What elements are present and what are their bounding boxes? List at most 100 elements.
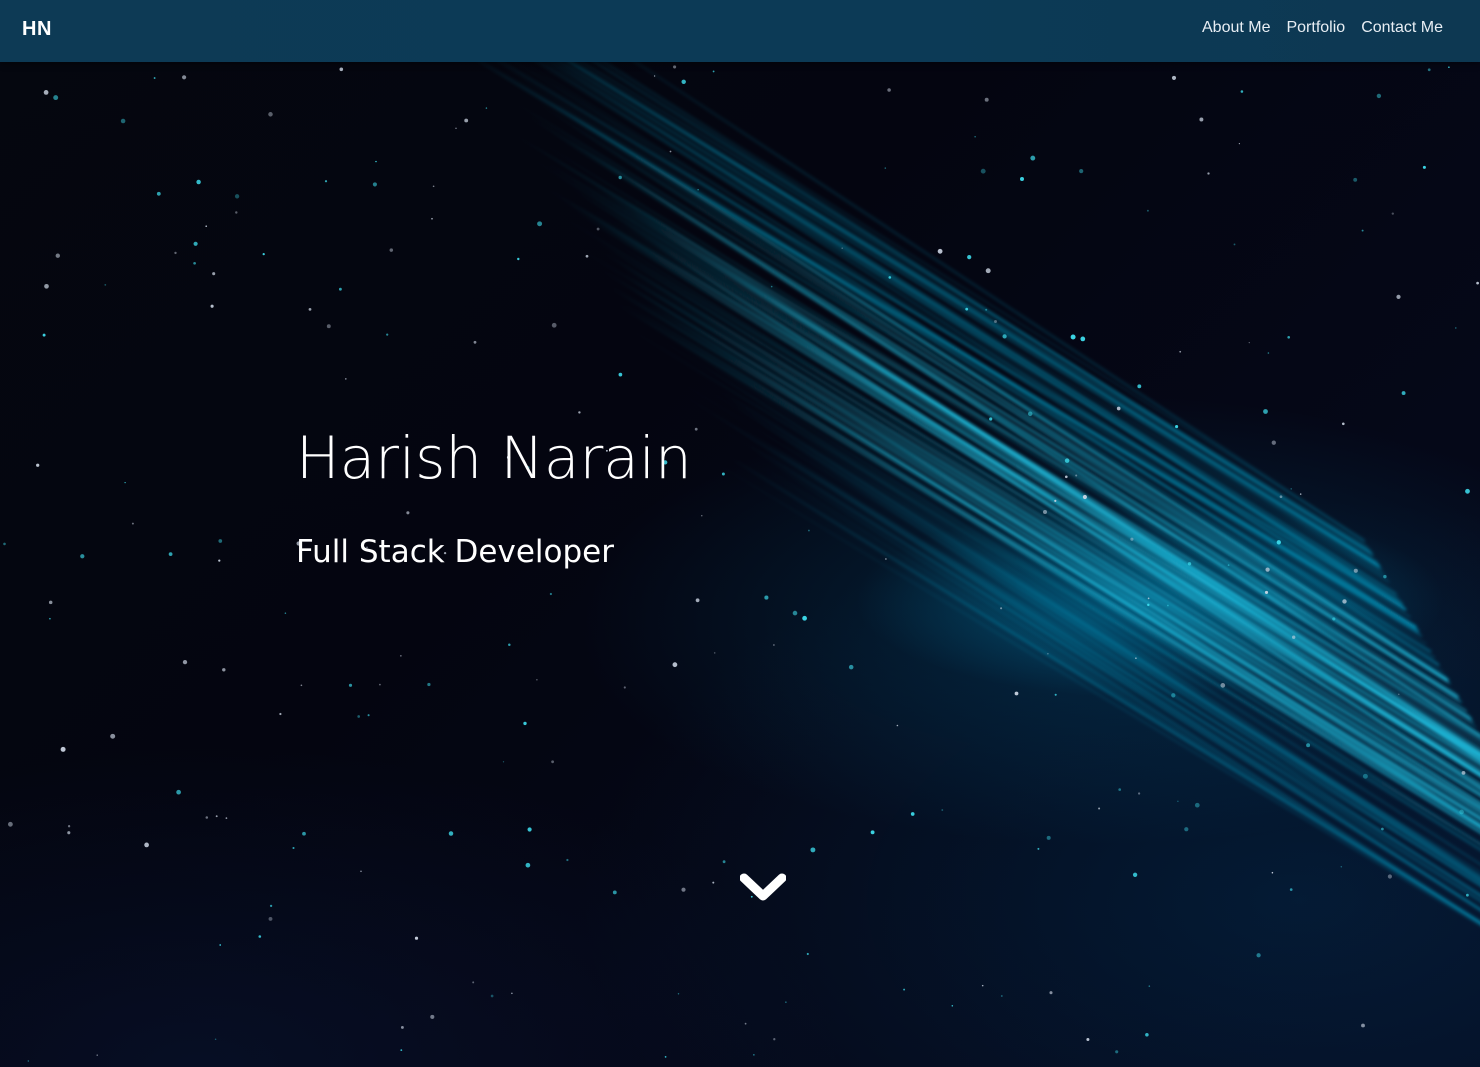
star-dot (517, 257, 520, 261)
star-dot (1238, 143, 1240, 145)
star-dot (96, 1054, 98, 1056)
star-dot (80, 554, 85, 559)
star-dot (379, 683, 381, 686)
star-dot (578, 411, 581, 414)
star-dot (937, 248, 943, 254)
star-dot (67, 825, 71, 828)
star-dot (669, 150, 672, 153)
light-streak (574, 211, 1480, 772)
light-streak (465, 18, 1400, 599)
star-dot (773, 644, 775, 646)
star-dot (1362, 773, 1368, 779)
star-dot (55, 253, 60, 258)
star-dot (1027, 411, 1033, 417)
star-dot (764, 595, 769, 600)
star-dot (1167, 604, 1169, 607)
brand-logo-link[interactable]: HN (22, 18, 52, 41)
star-dot (44, 283, 49, 289)
star-dot (110, 733, 116, 739)
nav-link-portfolio[interactable]: Portfolio (1286, 19, 1345, 37)
star-dot (888, 276, 892, 279)
top-navbar: HN About Me Portfolio Contact Me (0, 0, 1480, 62)
star-dot (1115, 1050, 1119, 1054)
star-dot (1276, 540, 1281, 545)
star-dot (1147, 603, 1150, 607)
star-dot (67, 831, 71, 835)
star-dot (218, 559, 221, 562)
star-dot (994, 320, 997, 323)
star-dot (753, 1054, 755, 1056)
star-dot (1086, 1037, 1090, 1042)
star-dot (302, 831, 306, 836)
star-dot (284, 612, 287, 614)
star-dot (1353, 177, 1358, 182)
star-dot (1461, 770, 1466, 775)
star-dot (473, 340, 477, 344)
star-dot (807, 529, 810, 532)
star-dot (1075, 474, 1078, 477)
scroll-down-button[interactable] (739, 868, 787, 908)
star-dot (1289, 888, 1293, 891)
star-dot (326, 324, 331, 329)
star-dot (1054, 499, 1057, 502)
page: HN About Me Portfolio Contact Me Harish … (0, 0, 1480, 1067)
star-dot (1361, 1023, 1365, 1028)
star-dot (1387, 874, 1392, 879)
star-dot (536, 679, 538, 681)
star-dot (1148, 985, 1151, 987)
star-dot (1147, 597, 1150, 600)
star-dot (1054, 693, 1057, 696)
star-dot (174, 251, 177, 255)
star-dot (448, 831, 454, 836)
star-dot (49, 617, 51, 620)
star-dot (3, 542, 6, 546)
star-dot (848, 664, 854, 670)
star-dot (36, 463, 40, 467)
star-dot (225, 817, 228, 819)
star-dot (1171, 693, 1176, 698)
star-dot (896, 724, 899, 727)
star-dot (1177, 800, 1179, 802)
star-dot (218, 539, 223, 543)
star-dot (338, 287, 342, 291)
star-dot (43, 90, 49, 95)
star-dot (431, 217, 433, 220)
star-dot (744, 1022, 747, 1025)
star-dot (1466, 893, 1469, 897)
star-dot (1341, 422, 1345, 426)
star-dot (348, 683, 353, 687)
star-dot (985, 268, 991, 274)
nav-link-about-me[interactable]: About Me (1202, 19, 1270, 37)
star-dot (980, 168, 986, 174)
star-dot (1064, 475, 1068, 479)
star-dot (1000, 995, 1003, 997)
star-dot (870, 830, 875, 835)
star-dot (1391, 212, 1394, 215)
star-dot (1233, 243, 1236, 246)
star-dot (1265, 567, 1270, 572)
star-dot (1080, 336, 1086, 342)
star-dot (989, 417, 993, 421)
star-dot (806, 952, 809, 956)
star-dot (1118, 788, 1122, 791)
star-dot (472, 981, 475, 984)
star-dot (1401, 391, 1406, 396)
star-dot (214, 1038, 217, 1041)
star-dot (1020, 177, 1024, 181)
star-dot (386, 333, 389, 336)
star-dot (785, 1001, 787, 1003)
star-dot (1267, 352, 1270, 354)
star-dot (1383, 574, 1387, 579)
star-dot (153, 77, 156, 79)
star-dot (60, 746, 66, 752)
star-dot (770, 285, 773, 288)
star-dot (951, 1005, 954, 1007)
star-dot (1135, 657, 1137, 660)
star-dot (713, 652, 716, 654)
star-dot (406, 511, 410, 515)
star-dot (985, 308, 988, 311)
star-dot (1179, 350, 1182, 353)
nav-link-contact-me[interactable]: Contact Me (1361, 19, 1443, 37)
star-dot (887, 88, 891, 92)
star-dot (268, 916, 273, 921)
